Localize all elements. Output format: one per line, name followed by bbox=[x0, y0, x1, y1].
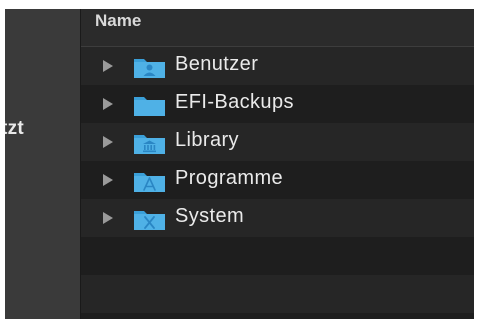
disclosure-triangle-icon[interactable] bbox=[103, 136, 113, 148]
disclosure-triangle-icon[interactable] bbox=[103, 98, 113, 110]
list-item-label: EFI-Backups bbox=[175, 91, 294, 113]
column-header-label: Name bbox=[95, 11, 142, 30]
empty-row bbox=[81, 237, 474, 275]
disclosure-triangle-icon[interactable] bbox=[103, 60, 113, 72]
list-item-library[interactable]: Library bbox=[81, 123, 474, 161]
file-list[interactable]: Name Benutzer EFI-Backups Library Progra… bbox=[81, 9, 474, 319]
finder-window: tzt Name Benutzer bbox=[5, 9, 474, 319]
list-item-system[interactable]: System bbox=[81, 199, 474, 237]
list-item-label: Programme bbox=[175, 167, 284, 189]
empty-row bbox=[81, 275, 474, 313]
file-rows: Benutzer EFI-Backups Library Programme S… bbox=[81, 47, 474, 313]
left-column[interactable]: tzt bbox=[5, 9, 81, 319]
library-folder-icon bbox=[134, 135, 165, 154]
list-item-label: Library bbox=[175, 129, 239, 151]
list-item-programme[interactable]: Programme bbox=[81, 161, 474, 199]
list-item-benutzer[interactable]: Benutzer bbox=[81, 47, 474, 85]
left-column-label: tzt bbox=[5, 118, 25, 139]
disclosure-triangle-icon[interactable] bbox=[103, 212, 113, 224]
column-header-name[interactable]: Name bbox=[81, 9, 474, 47]
users-folder-icon bbox=[134, 59, 165, 78]
list-item-label: Benutzer bbox=[175, 53, 259, 75]
system-folder-icon bbox=[134, 211, 165, 230]
list-item-efi-backups[interactable]: EFI-Backups bbox=[81, 85, 474, 123]
folder-icon bbox=[134, 97, 165, 116]
disclosure-triangle-icon[interactable] bbox=[103, 174, 113, 186]
list-item-label: System bbox=[175, 205, 245, 227]
applications-folder-icon bbox=[134, 173, 165, 192]
